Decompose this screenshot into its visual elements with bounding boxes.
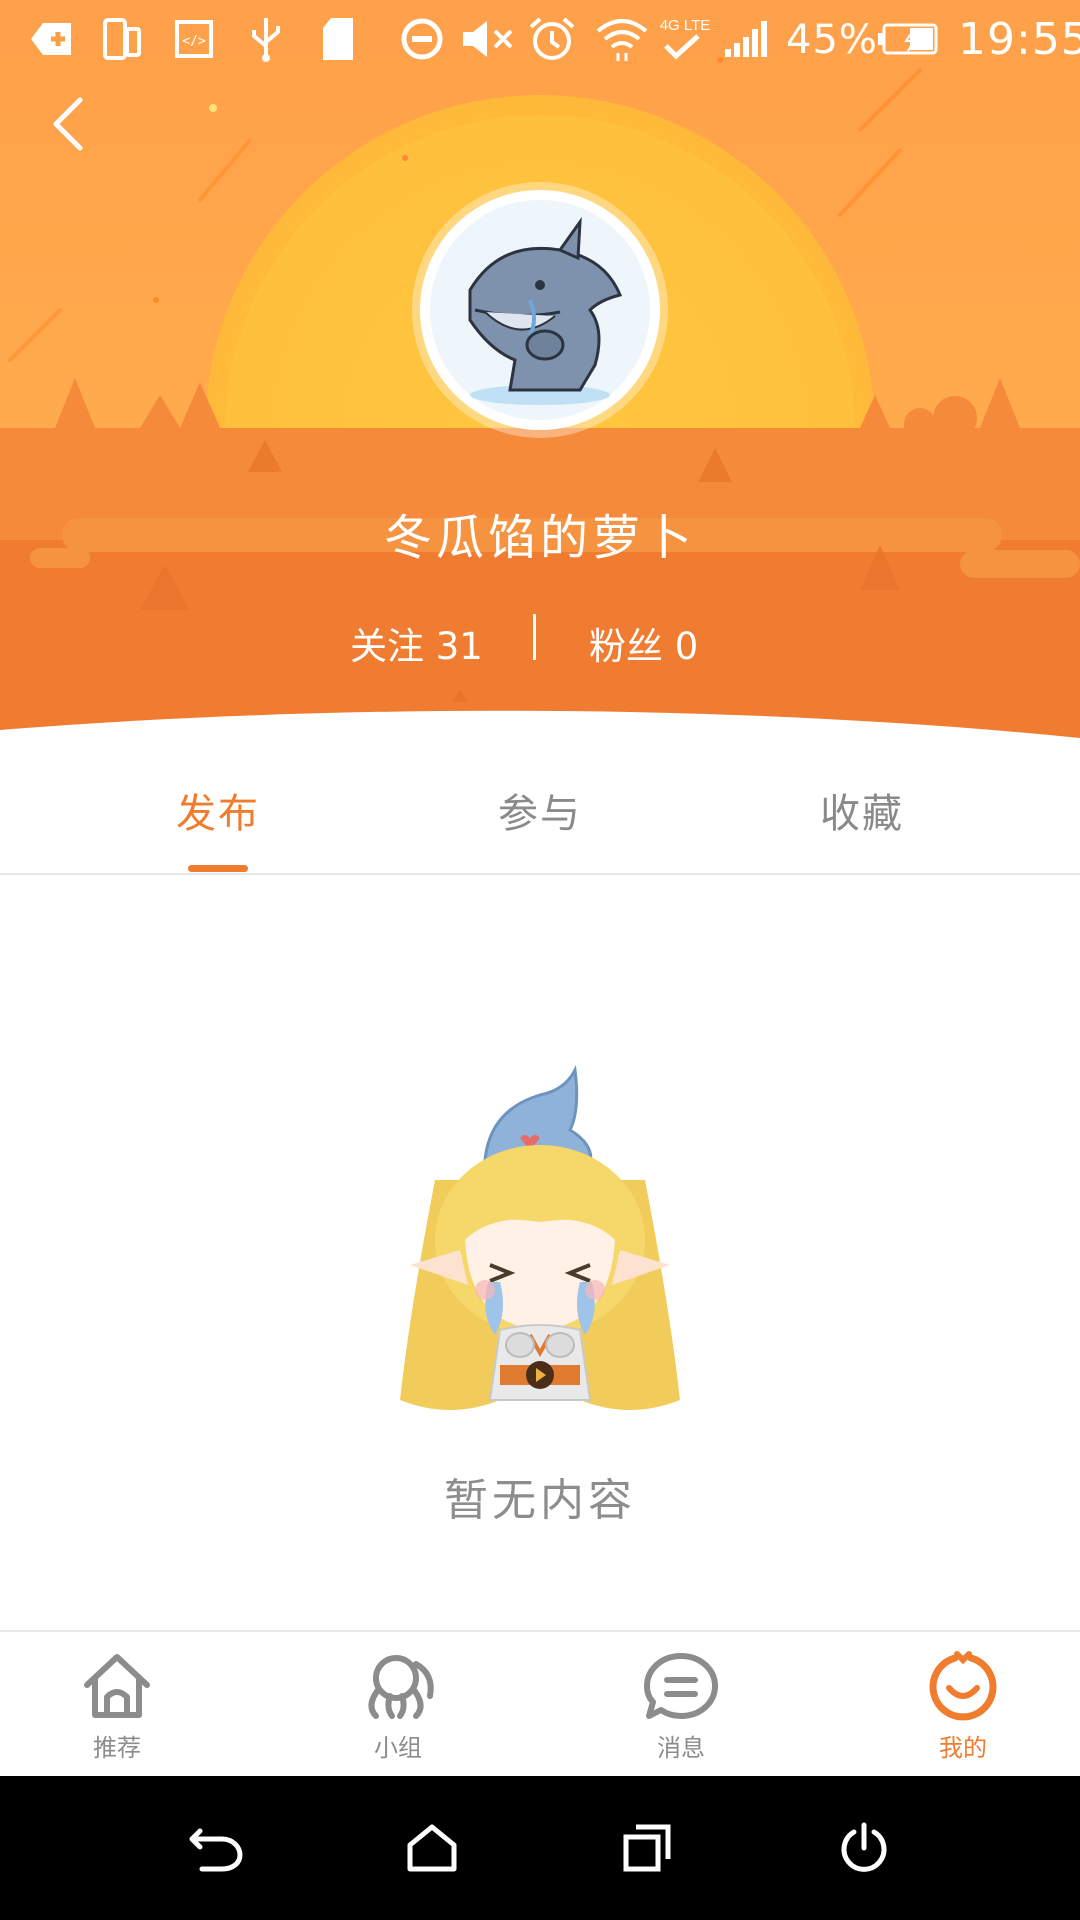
system-recents-button[interactable] — [608, 1816, 688, 1880]
status-bar: </> 4G LTE 45% 19:55 — [0, 0, 1080, 80]
avatar[interactable] — [420, 190, 660, 430]
phone-rotate-icon — [100, 14, 144, 64]
chevron-left-icon — [53, 97, 83, 151]
power-icon — [841, 1822, 887, 1872]
nav-item-me[interactable]: 我的 — [873, 1632, 1053, 1778]
username: 冬瓜馅的萝卜 — [383, 510, 696, 566]
nav-label-me: 我的 — [939, 1734, 987, 1762]
nav-item-group[interactable]: 小组 — [308, 1632, 488, 1778]
content-tabs: 发布 参与 收藏 — [0, 745, 1080, 875]
active-tab-indicator — [188, 865, 248, 872]
stats-divider — [533, 614, 536, 660]
network-icon: 4G LTE — [652, 14, 718, 64]
do-not-disturb-icon — [398, 14, 446, 64]
tab-participate[interactable]: 参与 — [360, 745, 720, 875]
status-time: 19:55 — [958, 14, 1080, 65]
svg-text:4G LTE: 4G LTE — [660, 17, 711, 34]
message-icon — [636, 1646, 726, 1726]
back-button[interactable] — [36, 84, 100, 164]
bottom-navigation: 推荐 小组 消息 我的 — [0, 1630, 1080, 1776]
code-icon: </> — [172, 14, 216, 64]
empty-state-illustration — [390, 1050, 690, 1430]
volume-mute-icon — [460, 14, 516, 64]
undo-arrow-icon — [189, 1828, 243, 1872]
wifi-icon — [594, 14, 650, 64]
tab-favorites[interactable]: 收藏 — [682, 745, 1042, 875]
nav-label-group: 小组 — [374, 1734, 422, 1762]
nav-label-messages: 消息 — [657, 1734, 705, 1762]
home-icon — [72, 1646, 162, 1726]
fans-count[interactable]: 粉丝 0 — [589, 616, 698, 670]
recent-apps-icon — [623, 1824, 671, 1872]
tab-publish[interactable]: 发布 — [38, 745, 398, 875]
empty-state-text: 暂无内容 — [444, 1475, 636, 1526]
alarm-icon — [526, 14, 578, 64]
system-navigation-bar — [0, 1776, 1080, 1920]
nav-item-messages[interactable]: 消息 — [591, 1632, 771, 1778]
home-outline-icon — [407, 1824, 457, 1872]
signal-icon — [722, 14, 772, 64]
battery-percent: 45% — [786, 17, 878, 63]
profile-header: </> 4G LTE 45% 19:55 冬瓜馅的萝卜 关注 31 粉丝 0 — [0, 0, 1080, 745]
profile-stats: 关注 31 粉丝 0 — [0, 610, 1080, 668]
system-home-button[interactable] — [392, 1816, 472, 1880]
shark-avatar-image — [430, 200, 650, 420]
system-power-button[interactable] — [824, 1816, 904, 1880]
following-count[interactable]: 关注 31 — [350, 616, 483, 670]
svg-text:</>: </> — [182, 34, 206, 49]
system-back-button[interactable] — [176, 1816, 256, 1880]
nav-item-recommend[interactable]: 推荐 — [27, 1632, 207, 1778]
download-icon — [26, 14, 76, 64]
usb-icon — [244, 14, 288, 64]
group-icon — [353, 1646, 443, 1726]
battery-icon — [878, 14, 938, 64]
nav-label-recommend: 推荐 — [93, 1734, 141, 1762]
sd-card-icon — [318, 14, 358, 64]
me-icon — [918, 1646, 1008, 1726]
